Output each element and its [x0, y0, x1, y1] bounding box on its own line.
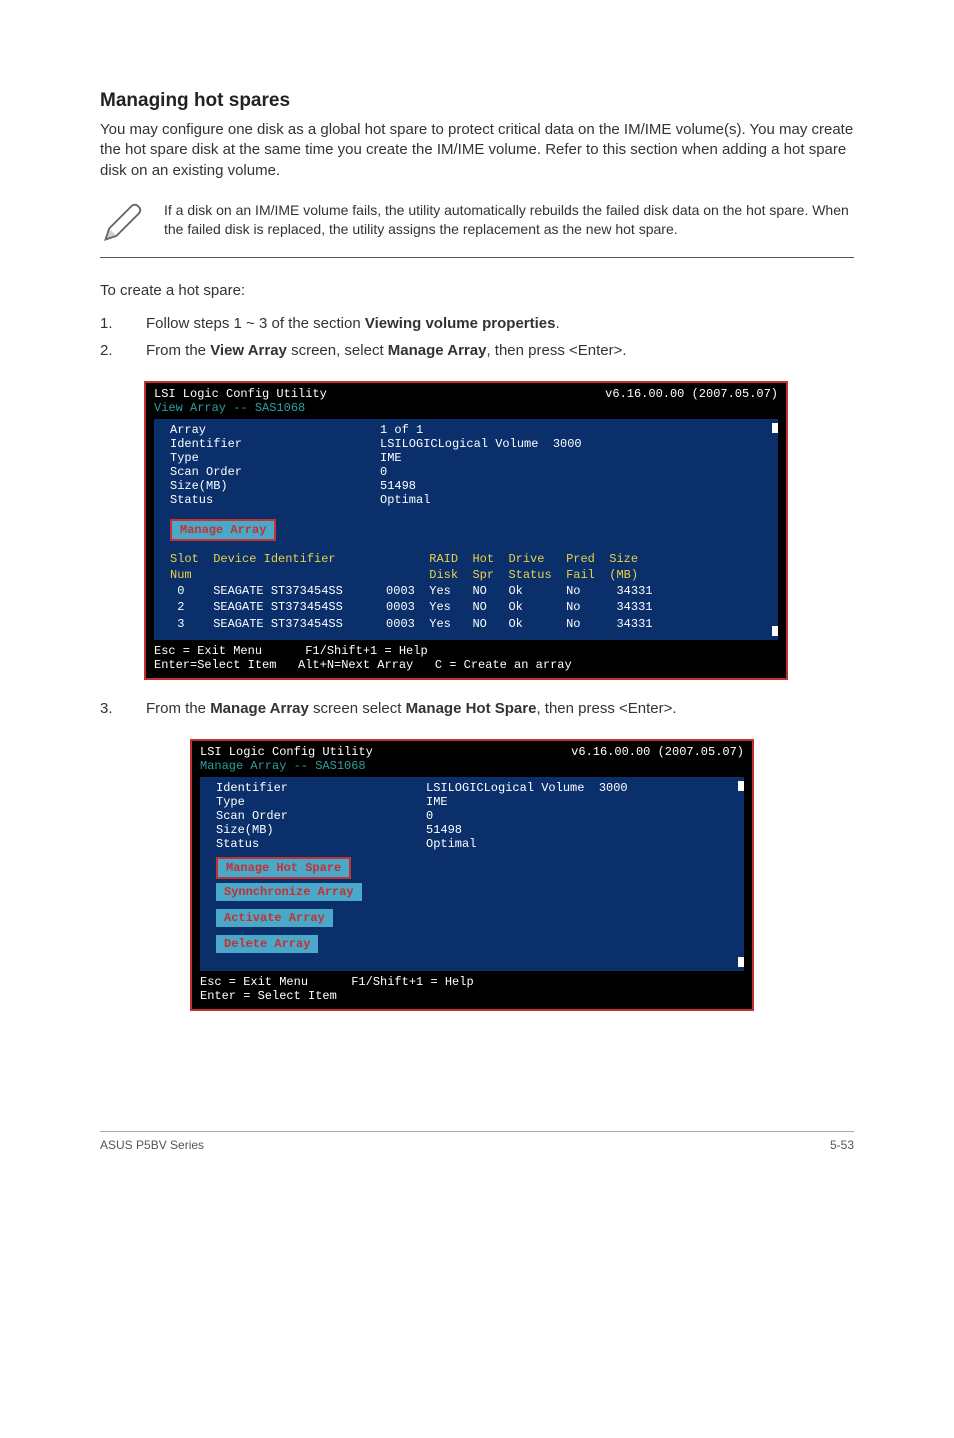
prop-label: Status: [216, 837, 426, 851]
manage-hot-spare-button[interactable]: Manage Hot Spare: [216, 857, 351, 879]
prop-label: Scan Order: [216, 809, 426, 823]
step-text: From the: [146, 700, 210, 717]
bios-footer-line: Esc = Exit Menu F1/Shift+1 = Help: [200, 975, 744, 989]
bios-title: LSI Logic Config Utility: [154, 387, 327, 401]
prop-value: Optimal: [380, 493, 762, 507]
bios-footer-line: Esc = Exit Menu F1/Shift+1 = Help: [154, 644, 778, 658]
step-text: screen, select: [287, 342, 388, 359]
intro-paragraph: You may configure one disk as a global h…: [100, 120, 854, 181]
pencil-icon: [100, 201, 144, 249]
prop-label: Size(MB): [170, 479, 380, 493]
step-text: From the: [146, 342, 210, 359]
footer-left: ASUS P5BV Series: [100, 1138, 204, 1152]
step-text: .: [555, 315, 559, 332]
step-3: 3. From the Manage Array screen select M…: [100, 698, 854, 719]
step-number: 2.: [100, 340, 118, 361]
delete-array-button[interactable]: Delete Array: [216, 935, 318, 953]
prop-value: IME: [380, 451, 762, 465]
note-text: If a disk on an IM/IME volume fails, the…: [164, 201, 854, 239]
bios-subtitle: View Array -- SAS1068: [146, 401, 786, 419]
note-block: If a disk on an IM/IME volume fails, the…: [100, 195, 854, 258]
prop-value: IME: [426, 795, 728, 809]
bios-screen-view-array: LSI Logic Config Utility v6.16.00.00 (20…: [144, 381, 788, 680]
step-text: , then press <Enter>.: [536, 700, 676, 717]
prop-label: Array: [170, 423, 380, 437]
prop-value: 51498: [426, 823, 728, 837]
bios-footer-line: Enter = Select Item: [200, 989, 744, 1003]
step-bold: Viewing volume properties: [365, 315, 556, 332]
step-1: 1. Follow steps 1 ~ 3 of the section Vie…: [100, 313, 854, 334]
step-bold: Manage Array: [210, 700, 309, 717]
prop-value: 0: [426, 809, 728, 823]
prop-label: Type: [170, 451, 380, 465]
scrollbar-icon: [772, 423, 778, 636]
step-text: Follow steps 1 ~ 3 of the section: [146, 315, 365, 332]
synchronize-array-button[interactable]: Synnchronize Array: [216, 883, 362, 901]
step-bold: Manage Hot Spare: [406, 700, 537, 717]
step-bold: Manage Array: [388, 342, 487, 359]
step-number: 1.: [100, 313, 118, 334]
bios-subtitle: Manage Array -- SAS1068: [192, 759, 752, 777]
step-2: 2. From the View Array screen, select Ma…: [100, 340, 854, 361]
prop-label: Status: [170, 493, 380, 507]
step-number: 3.: [100, 698, 118, 719]
prop-label: Size(MB): [216, 823, 426, 837]
activate-array-button[interactable]: Activate Array: [216, 909, 333, 927]
step-text: , then press <Enter>.: [486, 342, 626, 359]
bios-footer-line: Enter=Select Item Alt+N=Next Array C = C…: [154, 658, 778, 672]
manage-array-button[interactable]: Manage Array: [170, 519, 276, 541]
prop-value: Optimal: [426, 837, 728, 851]
bios-screen-manage-array: LSI Logic Config Utility v6.16.00.00 (20…: [190, 739, 754, 1011]
page-footer: ASUS P5BV Series 5-53: [100, 1131, 854, 1152]
scrollbar-icon: [738, 781, 744, 967]
lead-text: To create a hot spare:: [100, 282, 854, 299]
bios-version: v6.16.00.00 (2007.05.07): [605, 387, 778, 401]
prop-value: 0: [380, 465, 762, 479]
prop-value: 51498: [380, 479, 762, 493]
prop-value: LSILOGICLogical Volume 3000: [426, 781, 728, 795]
step-text: screen select: [309, 700, 406, 717]
prop-label: Scan Order: [170, 465, 380, 479]
prop-label: Identifier: [216, 781, 426, 795]
bios-version: v6.16.00.00 (2007.05.07): [571, 745, 744, 759]
prop-label: Type: [216, 795, 426, 809]
prop-value: LSILOGICLogical Volume 3000: [380, 437, 762, 451]
device-table: Slot Device Identifier RAID Hot Drive Pr…: [170, 551, 762, 632]
bios-title: LSI Logic Config Utility: [200, 745, 373, 759]
step-bold: View Array: [210, 342, 287, 359]
section-heading: Managing hot spares: [100, 90, 854, 112]
footer-right: 5-53: [830, 1138, 854, 1152]
prop-value: 1 of 1: [380, 423, 762, 437]
prop-label: Identifier: [170, 437, 380, 451]
